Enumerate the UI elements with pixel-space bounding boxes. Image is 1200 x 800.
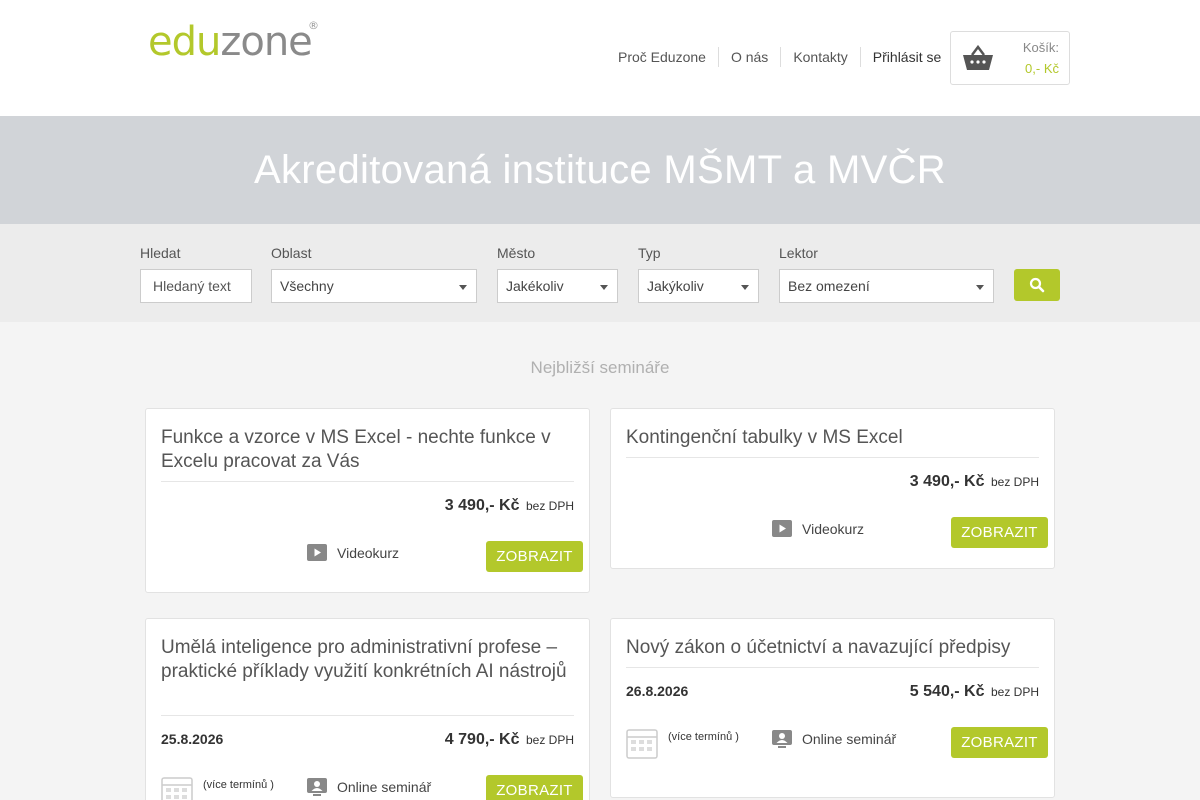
banner-title: Akreditovaná instituce MŠMT a MVČR [254,148,946,192]
cart-price: 0,- Kč [1025,61,1059,76]
area-label: Oblast [271,245,312,261]
price-note: bez DPH [990,475,1039,489]
divider [161,715,574,716]
online-seminar-icon [772,730,792,748]
logo-text-green: edu [148,19,221,65]
seminar-card: Kontingenční tabulky v MS Excel 3 490,- … [610,408,1055,569]
divider [626,667,1039,668]
cart-button[interactable]: Košík: 0,- Kč [950,31,1070,85]
nav-proc-eduzone[interactable]: Proč Eduzone [606,47,718,67]
seminar-date: 25.8.2026 [161,731,224,747]
basket-icon [963,45,993,70]
type-label: Typ [638,245,661,261]
more-dates-link[interactable]: (více termínů ) [203,779,274,791]
price-note: bez DPH [525,499,574,513]
nav-o-nas[interactable]: O nás [717,47,780,67]
show-button[interactable]: ZOBRAZIT [486,775,583,800]
search-label: Hledat [140,245,181,261]
section-title: Nejbližší semináře [530,358,670,377]
seminar-type: Online seminář [307,778,431,796]
city-select[interactable]: Jakékoliv [497,269,618,303]
type-label: Online seminář [802,731,897,747]
seminar-type: Videokurz [772,520,864,537]
area-value: Všechny [280,278,334,294]
divider [626,457,1039,458]
divider [161,481,574,482]
price-note: bez DPH [990,685,1039,699]
chevron-down-icon [976,285,984,290]
show-button[interactable]: ZOBRAZIT [486,541,583,572]
seminar-date: 26.8.2026 [626,683,689,699]
seminar-title[interactable]: Nový zákon o účetnictví a navazující pře… [626,636,1046,660]
price-value: 5 540,- Kč [909,683,985,700]
seminar-card: Funkce a vzorce v MS Excel - nechte funk… [145,408,590,593]
city-value: Jakékoliv [506,278,564,294]
search-button[interactable] [1014,269,1060,301]
price-note: bez DPH [525,733,574,747]
price-value: 3 490,- Kč [909,473,985,490]
area-select[interactable]: Všechny [271,269,477,303]
type-label: Videokurz [337,544,400,561]
search-icon [1029,277,1045,293]
lector-value: Bez omezení [788,278,870,294]
search-input[interactable]: Hledaný text [140,269,252,303]
logo[interactable]: eduzone ® [148,19,319,65]
seminar-title[interactable]: Kontingenční tabulky v MS Excel [626,426,1046,450]
nav-kontakty[interactable]: Kontakty [780,47,859,67]
online-seminar-icon [307,778,327,796]
seminar-type: Videokurz [307,544,399,561]
type-label: Videokurz [802,520,865,537]
seminar-title[interactable]: Funkce a vzorce v MS Excel - nechte funk… [161,426,581,474]
cart-label: Košík: [1022,40,1059,55]
price-value: 4 790,- Kč [444,731,520,748]
seminar-price: 5 540,- Kč bez DPH [910,683,1039,701]
price-value: 3 490,- Kč [444,497,520,514]
site-header: eduzone ® Proč Eduzone O nás Kontakty Při… [0,0,1200,116]
calendar-icon [626,729,658,759]
seminar-price: 3 490,- Kč bez DPH [910,473,1039,491]
chevron-down-icon [600,285,608,290]
play-icon [307,544,327,561]
chevron-down-icon [741,285,749,290]
seminar-card: Umělá inteligence pro administrativní pr… [145,618,590,800]
lector-select[interactable]: Bez omezení [779,269,994,303]
filter-bar: Hledat Hledaný text Oblast Všechny Město… [0,224,1200,322]
main-nav: Proč Eduzone O nás Kontakty Přihlásit se [606,47,953,67]
registered-mark: ® [308,19,319,32]
type-value: Jakýkoliv [647,278,704,294]
lector-label: Lektor [779,245,818,261]
logo-text-gray: zone [220,19,312,65]
type-label: Online seminář [337,779,432,795]
hero-banner: Akreditovaná instituce MŠMT a MVČR [0,116,1200,224]
play-icon [772,520,792,537]
seminar-price: 4 790,- Kč bez DPH [445,731,574,749]
show-button[interactable]: ZOBRAZIT [951,727,1048,758]
seminar-card: Nový zákon o účetnictví a navazující pře… [610,618,1055,798]
more-dates-link[interactable]: (více termínů ) [668,731,739,743]
city-label: Město [497,245,536,261]
calendar-icon [161,777,193,800]
show-button[interactable]: ZOBRAZIT [951,517,1048,548]
nav-login[interactable]: Přihlásit se [859,47,953,67]
seminar-title[interactable]: Umělá inteligence pro administrativní pr… [161,636,581,684]
chevron-down-icon [459,285,467,290]
seminar-type: Online seminář [772,730,896,748]
type-select[interactable]: Jakýkoliv [638,269,759,303]
seminar-price: 3 490,- Kč bez DPH [445,497,574,515]
